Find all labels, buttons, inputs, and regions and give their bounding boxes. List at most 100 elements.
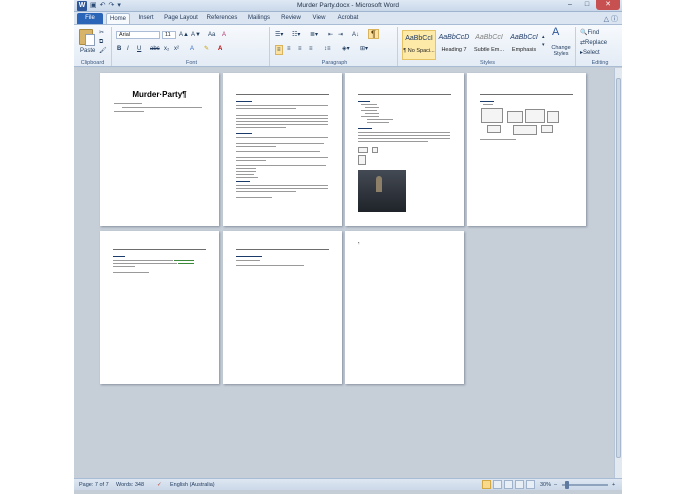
change-case-button[interactable]: Aa bbox=[208, 31, 215, 39]
clear-format-icon[interactable]: A bbox=[222, 31, 226, 39]
page-3[interactable] bbox=[345, 73, 464, 226]
outline-view-button[interactable] bbox=[515, 480, 524, 489]
draft-view-button[interactable] bbox=[526, 480, 535, 489]
zoom-in-button[interactable]: + bbox=[612, 481, 615, 489]
paragraph-group: ☰▾ ☷▾ ≣▾ ⇤ ⇥ A↓ ¶ ≡ ≡ ≡ ≡ ↕≡ ◈▾ ⊞▾ Parag… bbox=[272, 27, 398, 66]
zoom-out-button[interactable]: – bbox=[554, 481, 557, 489]
heading-line bbox=[236, 133, 252, 134]
maximize-button[interactable]: □ bbox=[579, 0, 595, 10]
status-bar: Page: 7 of 7 Words: 348 ✓ English (Austr… bbox=[74, 478, 622, 490]
tab-acrobat[interactable]: Acrobat bbox=[334, 13, 362, 24]
vertical-scrollbar[interactable] bbox=[614, 68, 622, 478]
text-effects-icon[interactable]: A bbox=[190, 45, 194, 53]
numbering-icon[interactable]: ☷▾ bbox=[292, 31, 300, 39]
align-center-icon[interactable]: ≡ bbox=[287, 45, 291, 53]
font-size-select[interactable]: 11 bbox=[162, 31, 176, 39]
text-line bbox=[113, 263, 177, 264]
header-rule bbox=[480, 94, 573, 95]
tab-review[interactable]: Review bbox=[278, 13, 304, 24]
page-count[interactable]: Page: 7 of 7 bbox=[79, 481, 109, 489]
underline-button[interactable]: U bbox=[137, 45, 141, 53]
zoom-slider-thumb[interactable] bbox=[565, 481, 570, 489]
italic-button[interactable]: I bbox=[127, 45, 129, 53]
select-button[interactable]: ▸Select bbox=[580, 49, 600, 57]
font-color-button[interactable]: A bbox=[218, 45, 222, 53]
text-line bbox=[236, 105, 328, 106]
increase-indent-icon[interactable]: ⇥ bbox=[338, 31, 343, 39]
justify-icon[interactable]: ≡ bbox=[309, 45, 313, 53]
page-5[interactable] bbox=[100, 231, 219, 384]
subscript-button[interactable]: x₂ bbox=[164, 45, 169, 53]
styles-group: AaBbCcI ¶ No Spaci... AaBbCcD Heading 7 … bbox=[400, 27, 576, 66]
style-emphasis[interactable]: AaBbCcI Emphasis bbox=[507, 30, 541, 60]
change-styles-button[interactable]: Change Styles bbox=[548, 45, 574, 57]
line-spacing-icon[interactable]: ↕≡ bbox=[324, 45, 331, 53]
proofing-icon[interactable]: ✓ bbox=[157, 481, 162, 489]
full-screen-view-button[interactable] bbox=[493, 480, 502, 489]
document-title: Murder·Party¶ bbox=[132, 90, 187, 99]
tab-home[interactable]: Home bbox=[106, 13, 130, 24]
document-area[interactable]: Murder·Party¶ ¶ bbox=[74, 68, 614, 478]
page-7[interactable]: ¶ bbox=[345, 231, 464, 384]
replace-button[interactable]: ⇄Replace bbox=[580, 39, 607, 47]
format-painter-icon[interactable]: 🖌 bbox=[99, 47, 107, 55]
zoom-level[interactable]: 30% bbox=[540, 481, 551, 489]
tab-file[interactable]: File bbox=[77, 13, 103, 24]
copy-icon[interactable]: ⧉ bbox=[99, 38, 103, 46]
borders-icon[interactable]: ⊞▾ bbox=[360, 45, 368, 53]
align-right-icon[interactable]: ≡ bbox=[298, 45, 302, 53]
decrease-indent-icon[interactable]: ⇤ bbox=[328, 31, 333, 39]
paste-icon[interactable] bbox=[79, 29, 95, 46]
page-4[interactable] bbox=[467, 73, 586, 226]
styles-scroll-icon[interactable]: ▴ ▾ bbox=[542, 33, 545, 49]
cut-icon[interactable]: ✂ bbox=[99, 29, 104, 37]
print-layout-view-button[interactable] bbox=[482, 480, 491, 489]
strikethrough-button[interactable]: abc bbox=[150, 45, 160, 53]
map-figure bbox=[507, 111, 523, 123]
tab-view[interactable]: View bbox=[308, 13, 330, 24]
text-line bbox=[113, 260, 173, 261]
text-line bbox=[367, 122, 389, 123]
shading-icon[interactable]: ◈▾ bbox=[342, 45, 350, 53]
style-name: Emphasis bbox=[511, 47, 537, 53]
minimize-button[interactable]: – bbox=[562, 0, 578, 10]
close-button[interactable]: ✕ bbox=[596, 0, 620, 10]
text-line bbox=[236, 174, 254, 175]
bold-button[interactable]: B bbox=[117, 45, 121, 53]
page-6[interactable] bbox=[223, 231, 342, 384]
shrink-font-button[interactable]: A▼ bbox=[191, 31, 201, 39]
word-count[interactable]: Words: 348 bbox=[116, 481, 144, 489]
map-figure bbox=[541, 125, 553, 133]
scrollbar-thumb[interactable] bbox=[616, 78, 621, 458]
style-no-spacing[interactable]: AaBbCcI ¶ No Spaci... bbox=[402, 30, 436, 60]
align-left-icon[interactable]: ≡ bbox=[275, 45, 283, 55]
replace-label: Replace bbox=[585, 40, 608, 46]
superscript-button[interactable]: x² bbox=[174, 45, 179, 53]
paste-button[interactable]: Paste bbox=[80, 47, 95, 55]
tab-mailings[interactable]: Mailings bbox=[244, 13, 274, 24]
grow-font-button[interactable]: A▲ bbox=[179, 31, 189, 39]
style-heading-7[interactable]: AaBbCcD Heading 7 bbox=[437, 30, 471, 60]
text-line bbox=[178, 263, 194, 264]
highlight-icon[interactable]: ✎ bbox=[204, 45, 209, 53]
tab-insert[interactable]: Insert bbox=[134, 13, 158, 24]
styles-label: Styles bbox=[480, 60, 495, 66]
web-layout-view-button[interactable] bbox=[504, 480, 513, 489]
tab-page-layout[interactable]: Page Layout bbox=[162, 13, 200, 24]
find-button[interactable]: 🔍Find bbox=[580, 29, 599, 37]
scene-photo bbox=[358, 170, 406, 212]
map-figure bbox=[525, 109, 545, 123]
bullets-icon[interactable]: ☰▾ bbox=[275, 31, 283, 39]
font-name-select[interactable]: Arial bbox=[116, 31, 160, 39]
style-subtle-emphasis[interactable]: AaBbCcI Subtle Em... bbox=[472, 30, 506, 60]
multilevel-list-icon[interactable]: ≣▾ bbox=[310, 31, 318, 39]
language[interactable]: English (Australia) bbox=[170, 481, 215, 489]
sort-icon[interactable]: A↓ bbox=[352, 31, 359, 39]
map-figure bbox=[547, 111, 559, 123]
page-1[interactable]: Murder·Party¶ bbox=[100, 73, 219, 226]
show-formatting-button[interactable]: ¶ bbox=[368, 29, 379, 39]
tab-references[interactable]: References bbox=[204, 13, 240, 24]
page-2[interactable] bbox=[223, 73, 342, 226]
help-icon[interactable]: △ ⓘ bbox=[604, 14, 618, 24]
change-styles-icon[interactable]: A bbox=[552, 27, 559, 38]
